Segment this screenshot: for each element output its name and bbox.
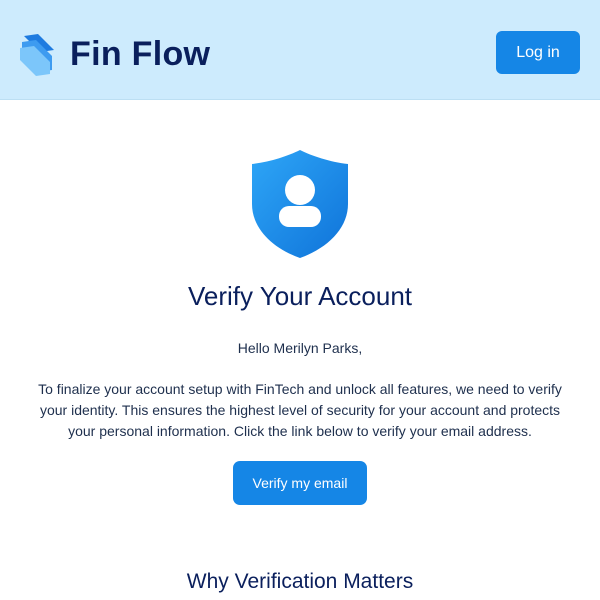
brand-name: Fin Flow bbox=[70, 35, 211, 73]
shield-user-icon bbox=[252, 150, 348, 258]
section-title: Why Verification Matters bbox=[186, 570, 414, 593]
login-button[interactable]: Log in bbox=[496, 31, 580, 74]
header: Fin Flow Log in bbox=[0, 0, 600, 100]
verify-email-button[interactable]: Verify my email bbox=[233, 461, 367, 505]
page-title: Verify Your Account bbox=[187, 281, 413, 311]
verification-message: To finalize your account setup with FinT… bbox=[38, 381, 562, 439]
stacked-cards-icon bbox=[20, 34, 54, 76]
brand-logo[interactable]: Fin Flow bbox=[18, 30, 210, 78]
greeting-text: Hello Merilyn Parks, bbox=[237, 340, 363, 356]
